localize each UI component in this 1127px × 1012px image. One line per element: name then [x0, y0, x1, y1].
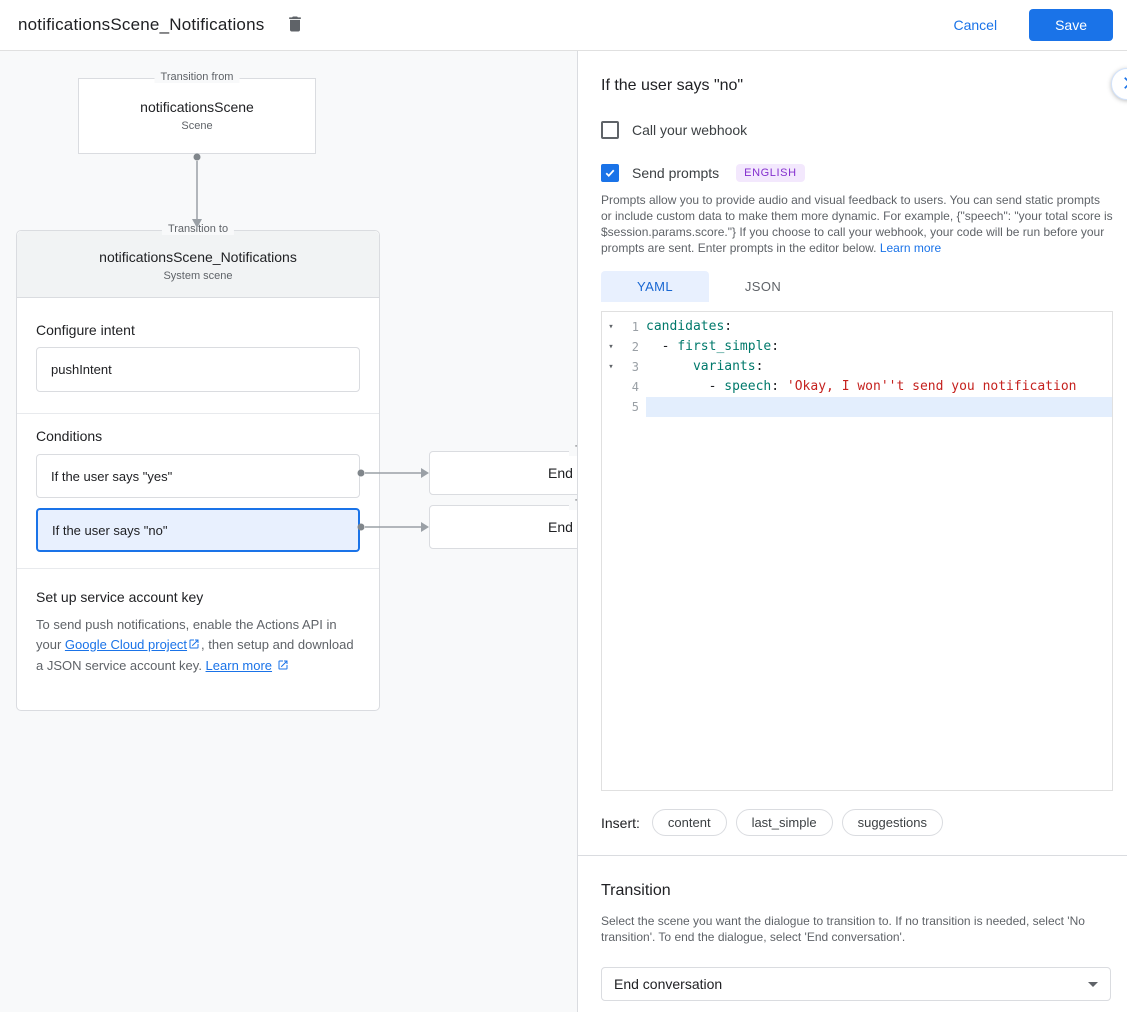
line-number: 2 [620, 340, 646, 354]
chevron-right-icon [1118, 74, 1127, 95]
line-number: 4 [620, 380, 646, 394]
tab-yaml[interactable]: YAML [601, 271, 709, 302]
from-scene-name: notificationsScene [79, 99, 315, 115]
intent-item[interactable]: pushIntent [36, 347, 360, 392]
yaml-prompt-editor[interactable]: ▾1 ▾2 ▾3 4 5 candidates: - first_simple:… [601, 311, 1113, 791]
code-line-1: candidates: [646, 317, 1112, 337]
scene-card-header: notificationsScene_Notifications System … [17, 231, 379, 298]
page-title: notificationsScene_Notifications [18, 15, 264, 35]
condition-editor-panel: If the user says "no" Call your webhook … [578, 51, 1127, 1012]
trash-icon [285, 14, 305, 37]
transition-to-label: Transition to [162, 223, 234, 235]
webhook-checkbox[interactable] [601, 121, 619, 139]
collapse-panel-button[interactable] [1111, 68, 1127, 100]
card-divider [17, 413, 379, 414]
chevron-down-icon [1088, 982, 1098, 987]
insert-last-simple-chip[interactable]: last_simple [736, 809, 833, 836]
insert-helper-row: Insert: content last_simple suggestions [601, 809, 943, 836]
editor-code-area[interactable]: candidates: - first_simple: variants: - … [646, 312, 1112, 790]
code-line-5 [646, 397, 1112, 417]
language-badge: ENGLISH [736, 164, 805, 182]
line-number: 5 [620, 400, 646, 414]
condition-item-yes[interactable]: If the user says "yes" [36, 454, 360, 498]
call-webhook-row[interactable]: Call your webhook [601, 121, 747, 139]
condition-item-no[interactable]: If the user says "no" [36, 508, 360, 552]
transition-description: Select the scene you want the dialogue t… [601, 913, 1113, 945]
code-line-3: variants: [646, 357, 1112, 377]
section-divider [578, 855, 1127, 856]
tab-json[interactable]: JSON [709, 271, 817, 302]
panel-title: If the user says "no" [601, 77, 743, 95]
fold-arrow-icon[interactable]: ▾ [602, 322, 620, 332]
fold-arrow-icon[interactable]: ▾ [602, 362, 620, 372]
open-in-new-icon [277, 657, 289, 677]
card-divider [17, 568, 379, 569]
transition-to-label: Transition to [569, 444, 578, 456]
end-conversation-node[interactable]: Transition to End conversation [429, 505, 578, 549]
code-line-2: - first_simple: [646, 337, 1112, 357]
check-icon [604, 167, 616, 179]
cancel-button[interactable]: Cancel [945, 11, 1005, 39]
editor-format-tabs: YAML JSON [601, 271, 817, 302]
editor-gutter: ▾1 ▾2 ▾3 4 5 [602, 312, 646, 790]
end-conversation-node[interactable]: Transition to End conversation [429, 451, 578, 495]
topbar: notificationsScene_Notifications Cancel … [0, 0, 1127, 51]
delete-scene-button[interactable] [282, 12, 308, 38]
line-number: 3 [620, 360, 646, 374]
insert-content-chip[interactable]: content [652, 809, 727, 836]
insert-suggestions-chip[interactable]: suggestions [842, 809, 943, 836]
intent-name: pushIntent [51, 362, 112, 377]
end-conversation-label: End conversation [548, 519, 578, 535]
webhook-label: Call your webhook [632, 122, 747, 138]
transition-from-label: Transition from [155, 71, 240, 83]
line-number: 1 [620, 320, 646, 334]
transition-heading: Transition [601, 882, 671, 900]
end-conversation-label: End conversation [548, 465, 578, 481]
scene-card: Transition to notificationsScene_Notific… [16, 230, 380, 711]
scene-card-type: System scene [17, 270, 379, 282]
service-account-text: To send push notifications, enable the A… [36, 615, 360, 677]
configure-intent-heading: Configure intent [36, 322, 360, 338]
send-prompts-label: Send prompts [632, 165, 719, 181]
from-scene-node[interactable]: Transition from notificationsScene Scene [78, 78, 316, 154]
scene-diagram-canvas: Transition from notificationsScene Scene… [0, 51, 578, 1012]
prompts-description: Prompts allow you to provide audio and v… [601, 192, 1113, 256]
code-line-4: - speech: 'Okay, I won''t send you notif… [646, 377, 1112, 397]
google-cloud-project-link[interactable]: Google Cloud project [65, 637, 187, 652]
send-prompts-row[interactable]: Send prompts ENGLISH [601, 164, 805, 182]
service-account-heading: Set up service account key [36, 589, 360, 605]
fold-arrow-icon[interactable]: ▾ [602, 342, 620, 352]
learn-more-link[interactable]: Learn more [206, 658, 272, 673]
open-in-new-icon [188, 636, 200, 656]
learn-more-link[interactable]: Learn more [880, 241, 941, 255]
from-scene-type: Scene [79, 120, 315, 132]
save-button[interactable]: Save [1029, 9, 1113, 41]
transition-select-value: End conversation [614, 976, 722, 992]
transition-to-label: Transition to [569, 498, 578, 510]
scene-card-title: notificationsScene_Notifications [17, 249, 379, 265]
condition-yes-label: If the user says "yes" [51, 469, 172, 484]
insert-label: Insert: [601, 815, 640, 831]
send-prompts-checkbox[interactable] [601, 164, 619, 182]
transition-select[interactable]: End conversation [601, 967, 1111, 1001]
conditions-heading: Conditions [36, 428, 360, 444]
condition-no-label: If the user says "no" [52, 523, 167, 538]
